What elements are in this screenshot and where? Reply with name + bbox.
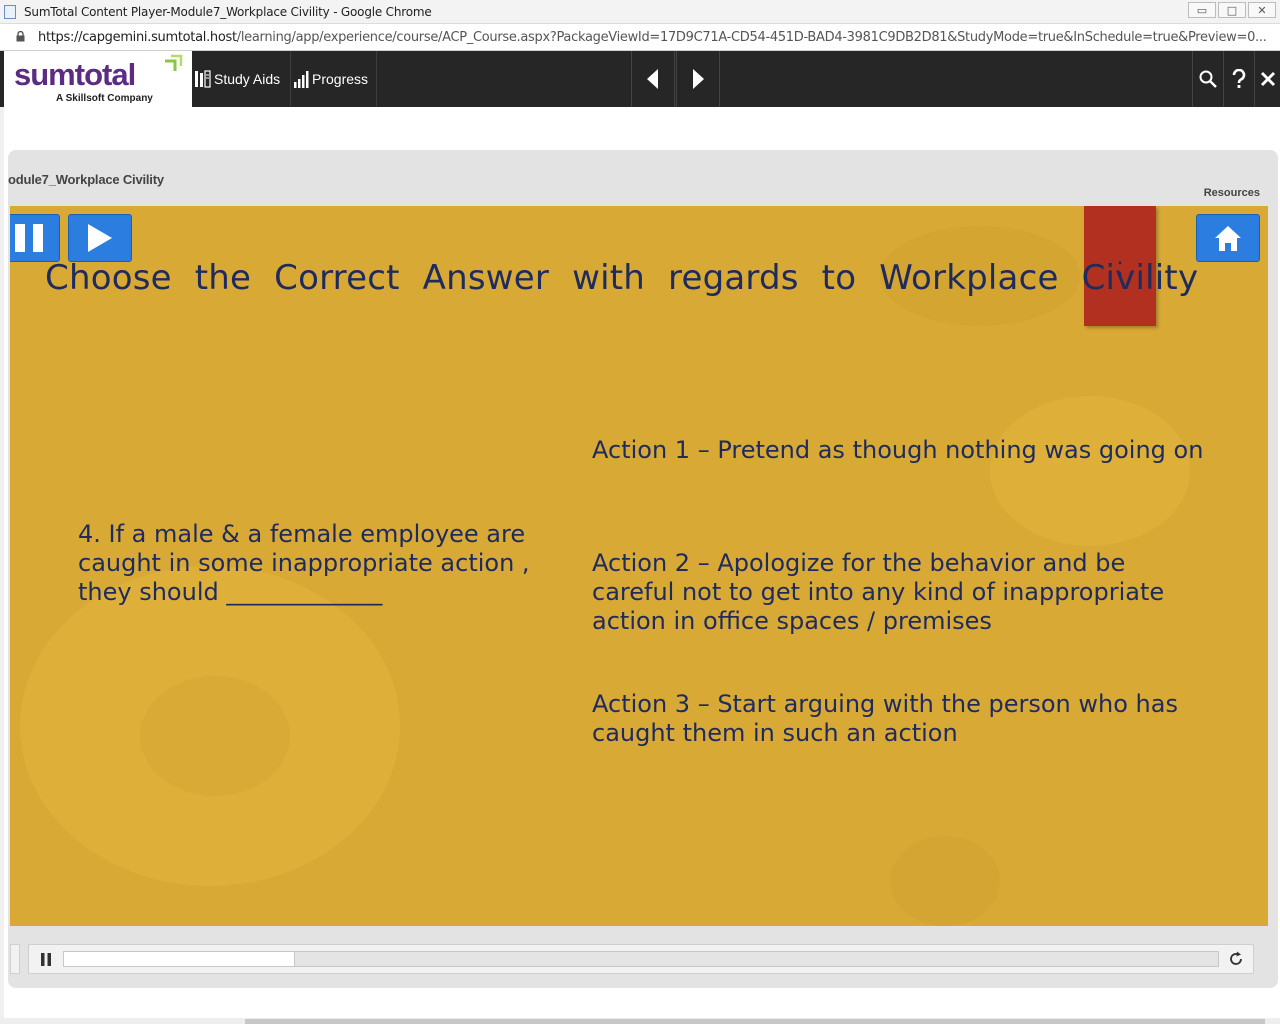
chevron-left-icon (647, 69, 658, 89)
playbar-left-stub (10, 944, 20, 974)
window-title: SumTotal Content Player-Module7_Workplac… (24, 5, 432, 19)
progress-button[interactable]: Progress (291, 51, 377, 107)
slide-heading: Choose the Correct Answer with regards t… (45, 258, 1199, 298)
playbar (28, 944, 1254, 974)
previous-slide-button[interactable] (631, 51, 675, 107)
window-left-edge (0, 51, 4, 1024)
lock-icon (16, 31, 25, 42)
answer-option[interactable]: Action 2 – Apologize for the behavior an… (592, 549, 1212, 636)
background-glow (990, 396, 1190, 546)
search-button[interactable] (1192, 51, 1223, 107)
horizontal-scrollbar[interactable] (0, 1018, 1280, 1024)
window-controls: ▭ □ ✕ (1186, 2, 1276, 18)
home-icon (1215, 226, 1241, 251)
study-aids-button[interactable]: Study Aids (192, 51, 291, 107)
maximize-button[interactable]: □ (1218, 2, 1246, 18)
background-glow (140, 676, 290, 796)
slide-canvas: : Choose the Correct Answer with regards… (10, 206, 1268, 926)
pause-icon (15, 224, 43, 252)
help-button[interactable] (1223, 51, 1254, 107)
sumtotal-logo: sumtotal A Skillsoft Company (4, 51, 192, 107)
help-icon (1232, 69, 1246, 88)
answer-option[interactable]: Action 1 – Pretend as though nothing was… (592, 436, 1212, 465)
question-text: 4. If a male & a female employee are cau… (78, 520, 530, 606)
playbar-progress-track[interactable] (63, 951, 1219, 967)
playbar-progress-fill (64, 952, 295, 966)
scrollbar-thumb[interactable] (245, 1019, 1265, 1024)
search-icon (1199, 70, 1217, 88)
close-icon (1260, 72, 1275, 86)
play-icon (88, 224, 112, 252)
background-glow (890, 836, 1000, 926)
player-toolbar: sumtotal A Skillsoft Company Study Aids … (0, 51, 1280, 107)
chevron-right-icon (693, 69, 704, 89)
browser-title-bar: SumTotal Content Player-Module7_Workplac… (0, 0, 1280, 24)
progress-label: Progress (312, 71, 369, 87)
module-title: odule7_Workplace Civility (8, 172, 164, 187)
slide-home-button[interactable] (1196, 214, 1260, 262)
close-window-button[interactable]: ✕ (1248, 2, 1276, 18)
study-aids-icon (195, 70, 211, 88)
slide-play-button[interactable] (68, 214, 132, 262)
study-aids-label: Study Aids (214, 71, 281, 87)
page-icon (4, 5, 16, 19)
minimize-button[interactable]: ▭ (1188, 2, 1216, 18)
answer-option[interactable]: Action 3 – Start arguing with the person… (592, 690, 1212, 748)
replay-icon[interactable] (1228, 951, 1244, 967)
close-player-button[interactable] (1254, 51, 1280, 107)
url-text[interactable]: https://capgemini.sumtotal.host/learning… (38, 30, 1268, 45)
resources-link[interactable]: Resources (1204, 187, 1260, 199)
playbar-pause-icon[interactable] (40, 953, 52, 966)
address-bar[interactable]: https://capgemini.sumtotal.host/learning… (0, 24, 1280, 51)
slide-pause-button[interactable] (10, 214, 60, 262)
logo-mark-icon (165, 54, 183, 71)
next-slide-button[interactable] (676, 51, 720, 107)
progress-icon (294, 70, 309, 88)
